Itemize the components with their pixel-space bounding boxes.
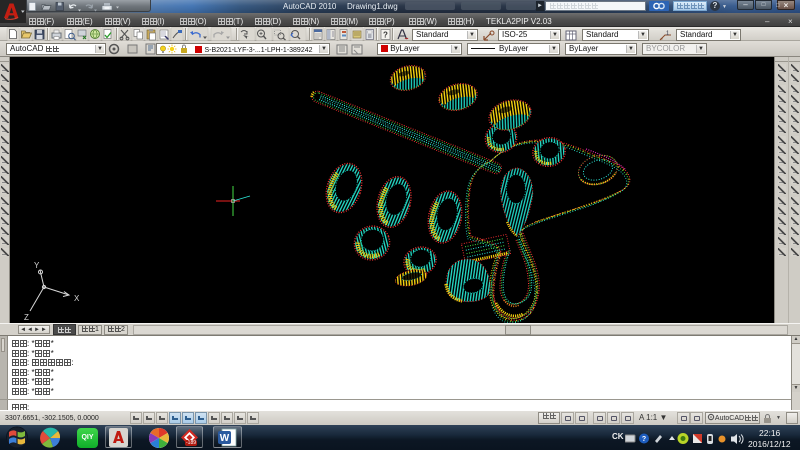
svg-text:?: ?	[642, 436, 646, 443]
svg-text:W: W	[220, 433, 230, 444]
svg-text:Z: Z	[24, 313, 29, 322]
svg-text:Y: Y	[34, 261, 40, 270]
svg-text:X: X	[74, 294, 80, 303]
